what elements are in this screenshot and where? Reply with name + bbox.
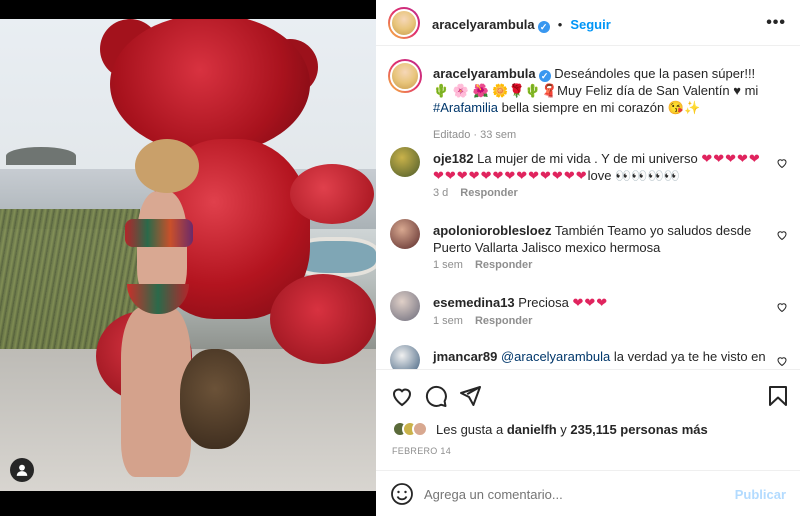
bikini-top	[125, 219, 193, 247]
likes-middle: y	[556, 421, 571, 437]
comment-username[interactable]: oje182	[433, 151, 473, 166]
comment-icon[interactable]	[424, 384, 448, 408]
verified-icon: ✓	[537, 21, 550, 33]
follow-button[interactable]: Seguir	[570, 17, 610, 32]
hearts-emoji: ❤❤❤	[572, 295, 609, 310]
post-modal: aracelyarambula ✓ • Seguir ••• aracelyara…	[0, 0, 800, 516]
post-header: aracelyarambula ✓ • Seguir •••	[376, 0, 800, 46]
caption-meta: Editado · 33 sem	[433, 129, 517, 141]
comment-tail: love 👀👀👀👀	[587, 168, 680, 183]
bookmark-icon[interactable]	[766, 384, 790, 408]
comment-username[interactable]: jmancar89	[433, 349, 497, 364]
bear-arm	[290, 164, 374, 224]
post-date[interactable]: FEBRERO 14	[392, 446, 451, 456]
like-comment-icon[interactable]	[776, 229, 788, 241]
caption-line2: 🌼🌹🌵🧣Muy Feliz día de San Valentín ♥ mi	[492, 83, 759, 98]
emoji-icon[interactable]	[390, 482, 414, 506]
comment-time: 3 d	[433, 187, 449, 199]
comment-item: esemedina13 Preciosa ❤❤❤ 1 sem Responder	[376, 291, 800, 331]
comment-body: la verdad ya te he visto en	[610, 349, 766, 364]
bear-leg-right	[270, 274, 376, 364]
like-comment-icon[interactable]	[776, 157, 788, 169]
author-avatar[interactable]	[388, 7, 420, 39]
comment-item: jmancar89 @aracelyarambula la verdad ya …	[376, 345, 800, 369]
comment-body: La mujer de mi vida . Y de mi universo	[477, 151, 702, 166]
comment-meta: 1 sem Responder	[433, 259, 532, 271]
comment-text: jmancar89 @aracelyarambula la verdad ya …	[433, 348, 768, 365]
comment-composer: Publicar	[376, 470, 800, 516]
commenter-avatar[interactable]	[390, 219, 420, 249]
dot-separator: •	[554, 17, 566, 32]
commenter-avatar[interactable]	[390, 291, 420, 321]
caption-username[interactable]: aracelyarambula	[433, 66, 536, 81]
caption: aracelyarambula ✓ Deseándoles que la pase…	[376, 59, 800, 141]
liker-username[interactable]: danielfh	[507, 422, 557, 437]
comments-list[interactable]: aracelyarambula ✓ Deseándoles que la pase…	[376, 47, 800, 369]
comment-input[interactable]	[424, 487, 724, 502]
header-author: aracelyarambula ✓ • Seguir	[432, 16, 611, 34]
comment-username[interactable]: apolonioroblesloez	[433, 223, 551, 238]
publish-button[interactable]: Publicar	[735, 487, 786, 502]
reply-button[interactable]: Responder	[475, 259, 532, 271]
mention-link[interactable]: @aracelyarambula	[501, 349, 610, 364]
author-username[interactable]: aracelyarambula	[432, 17, 535, 32]
commenter-avatar[interactable]	[390, 147, 420, 177]
comment-text: apolonioroblesloez También Teamo yo salu…	[433, 222, 768, 256]
comment-text: oje182 La mujer de mi vida . Y de mi uni…	[433, 150, 768, 184]
hashtag-link[interactable]: #Arafamilia	[433, 100, 498, 115]
reply-button[interactable]: Responder	[475, 315, 532, 327]
comment-item: apolonioroblesloez También Teamo yo salu…	[376, 219, 800, 279]
likes-prefix: Les gusta a	[436, 421, 507, 437]
comment-item: oje182 La mujer de mi vida . Y de mi uni…	[376, 147, 800, 207]
comment-time: 1 sem	[433, 259, 463, 271]
liker-avatar	[412, 421, 428, 437]
likes-text: Les gusta a danielfh y 235,115 personas …	[436, 422, 708, 437]
comment-meta: 3 d Responder	[433, 187, 518, 199]
commenter-avatar[interactable]	[390, 345, 420, 369]
post-photo	[0, 19, 376, 491]
post-details: aracelyarambula ✓ • Seguir ••• aracelyara…	[376, 0, 800, 516]
comment-body: Preciosa	[518, 295, 573, 310]
like-comment-icon[interactable]	[776, 301, 788, 313]
verified-icon: ✓	[538, 70, 551, 82]
sun-hat	[135, 139, 199, 193]
comment-time: 1 sem	[433, 315, 463, 327]
comment-meta: 1 sem Responder	[433, 315, 532, 327]
author-avatar[interactable]	[388, 59, 422, 93]
post-media[interactable]	[0, 0, 376, 516]
comment-username[interactable]: esemedina13	[433, 295, 515, 310]
reply-button[interactable]: Responder	[460, 187, 517, 199]
likes-count[interactable]: 235,115 personas más	[570, 422, 707, 437]
likes-summary: Les gusta a danielfh y 235,115 personas …	[392, 418, 708, 440]
dog	[180, 349, 250, 449]
user-tag-icon[interactable]	[10, 458, 34, 482]
caption-text: aracelyarambula ✓ Deseándoles que la pase…	[433, 65, 768, 116]
send-icon[interactable]	[458, 384, 482, 408]
more-options-button[interactable]: •••	[766, 14, 786, 32]
heart-icon[interactable]	[390, 384, 414, 408]
comment-text: esemedina13 Preciosa ❤❤❤	[433, 294, 768, 311]
island	[6, 147, 76, 165]
caption-line3: bella siempre en mi corazón 😘✨	[498, 100, 701, 115]
bear-head	[110, 19, 310, 154]
like-comment-icon[interactable]	[776, 355, 788, 367]
